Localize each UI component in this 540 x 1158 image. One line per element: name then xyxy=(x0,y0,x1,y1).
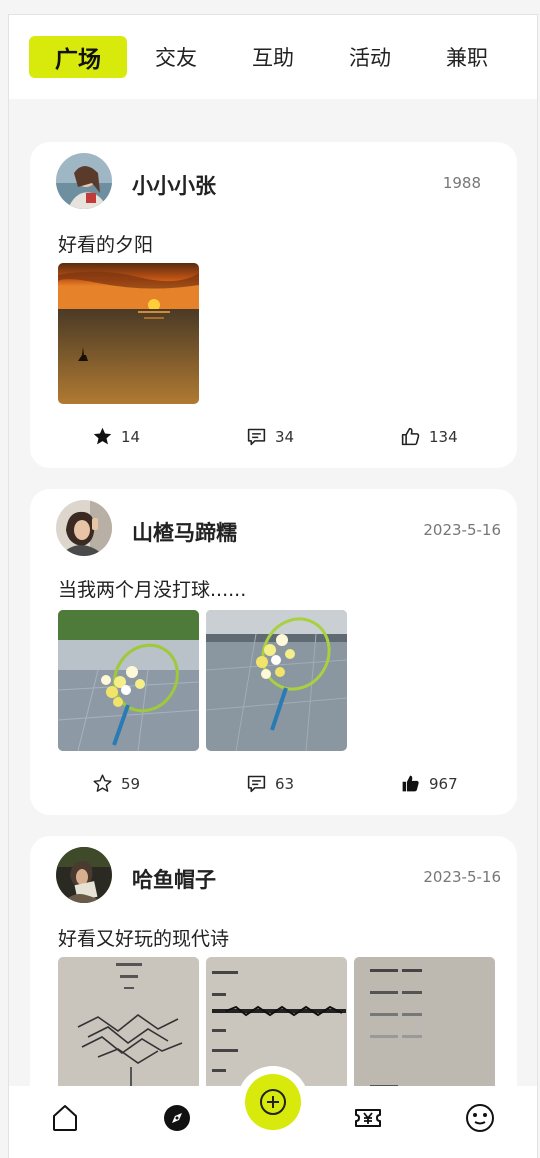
nav-profile[interactable] xyxy=(465,1103,495,1133)
tab-square[interactable]: 广场 xyxy=(29,36,127,78)
post-text: 当我两个月没打球...... xyxy=(58,579,247,601)
bottom-navigation xyxy=(9,1066,537,1158)
app-frame: 广场 交友 互助 活动 兼职 小小小张 1988 好看的夕阳 14 34 134… xyxy=(8,14,538,1158)
tab-events[interactable]: 活动 xyxy=(336,36,404,78)
post-photo[interactable] xyxy=(206,610,347,751)
nav-discover[interactable] xyxy=(162,1103,192,1133)
like-count: 134 xyxy=(429,427,458,446)
post-text: 好看的夕阳 xyxy=(58,234,154,256)
comment-icon xyxy=(247,775,266,793)
tab-part-time[interactable]: 兼职 xyxy=(433,36,501,78)
ticket-yen-icon xyxy=(355,1109,381,1127)
comment-button[interactable]: 34 xyxy=(246,426,294,447)
tab-mutual-help[interactable]: 互助 xyxy=(239,36,307,78)
star-outline-icon xyxy=(93,774,112,792)
category-tabs: 广场 交友 互助 活动 兼职 xyxy=(9,15,537,99)
post-card[interactable]: 山楂马蹄糯 2023-5-16 当我两个月没打球...... 59 63 967 xyxy=(30,489,517,815)
like-button[interactable]: 967 xyxy=(400,773,458,794)
post-date: 2023-5-16 xyxy=(423,868,501,886)
post-photo[interactable] xyxy=(58,263,199,404)
add-post-button[interactable] xyxy=(245,1074,301,1130)
favorite-count: 14 xyxy=(121,427,141,446)
smiley-face-icon xyxy=(466,1104,494,1132)
post-date: 1988 xyxy=(442,174,481,192)
like-button[interactable]: 134 xyxy=(400,426,458,447)
nav-part-time[interactable] xyxy=(353,1103,383,1133)
tab-friends[interactable]: 交友 xyxy=(142,36,210,78)
post-date: 2023-5-16 xyxy=(423,521,501,539)
like-count: 967 xyxy=(429,774,458,793)
comment-icon xyxy=(247,428,266,446)
username[interactable]: 小小小张 xyxy=(132,170,216,200)
username[interactable]: 哈鱼帽子 xyxy=(132,864,216,894)
avatar[interactable] xyxy=(56,153,112,209)
post-photo[interactable] xyxy=(354,957,495,1097)
favorite-count: 59 xyxy=(121,774,141,793)
home-icon xyxy=(53,1105,77,1131)
thumbs-up-outline-icon xyxy=(401,427,420,446)
comment-count: 63 xyxy=(275,774,295,793)
post-text: 好看又好玩的现代诗 xyxy=(58,928,230,950)
add-post-icon xyxy=(260,1089,286,1115)
nav-home[interactable] xyxy=(50,1103,80,1133)
thumbs-up-filled-icon xyxy=(402,775,419,792)
star-filled-icon xyxy=(93,427,112,445)
favorite-button[interactable]: 14 xyxy=(92,426,140,447)
post-card[interactable]: 小小小张 1988 好看的夕阳 14 34 134 xyxy=(30,142,517,468)
favorite-button[interactable]: 59 xyxy=(92,773,140,794)
compass-icon xyxy=(164,1105,190,1131)
post-photo[interactable] xyxy=(58,610,199,751)
avatar[interactable] xyxy=(56,500,112,556)
post-photo[interactable] xyxy=(58,957,199,1097)
comment-button[interactable]: 63 xyxy=(246,773,294,794)
username[interactable]: 山楂马蹄糯 xyxy=(132,517,237,547)
avatar[interactable] xyxy=(56,847,112,903)
comment-count: 34 xyxy=(275,427,295,446)
